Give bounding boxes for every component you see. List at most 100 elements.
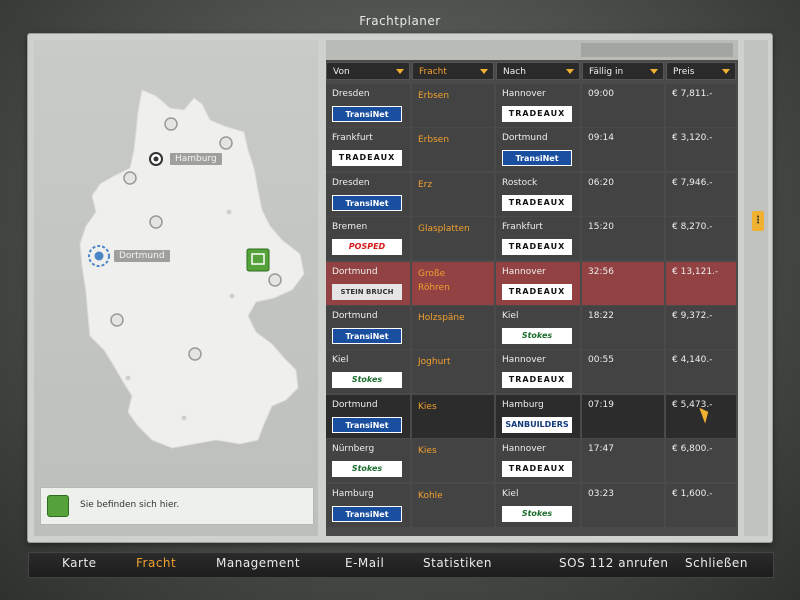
nav-fracht[interactable]: Fracht — [136, 556, 176, 570]
cell-to: Hannover TRADEAUX — [496, 439, 580, 483]
freight-row[interactable]: Dresden TransiNet Erbsen Hannover TRADEAUX 09… — [326, 84, 738, 127]
company-logo: TransiNet — [332, 194, 402, 211]
freight-row[interactable]: Dortmund TransiNet Holzspäne Kiel Stokes 18:2… — [326, 306, 738, 349]
cell-from: Kiel Stokes — [326, 350, 410, 394]
filter-box[interactable] — [581, 43, 733, 57]
from-city: Dresden — [332, 177, 370, 188]
sort-arrow-icon — [650, 69, 658, 74]
germany-map[interactable] — [34, 40, 318, 536]
cell-cargo: Große Röhren — [412, 261, 494, 305]
company-logo: TRADEAUX — [502, 283, 572, 300]
freight-row[interactable]: Bremen POSPED Glasplatten Frankfurt TRADEAUX… — [326, 217, 738, 261]
to-city: Hannover — [502, 355, 546, 366]
cell-price: € 3,120.- — [666, 128, 736, 172]
sort-arrow-icon — [480, 69, 488, 74]
to-city: Hannover — [502, 89, 546, 99]
from-city: Nürnberg — [332, 444, 375, 455]
header-preis[interactable]: Preis — [666, 62, 736, 80]
scrollbar-track[interactable] — [744, 40, 768, 536]
from-city: Dresden — [332, 89, 370, 99]
freight-table: Von Fracht Nach Fällig in Preis Dresden T… — [326, 40, 738, 536]
freight-row[interactable]: Dortmund STEIN BRUCH Große Röhren Hannover T… — [326, 261, 738, 305]
cell-price: € 7,811.- — [666, 84, 736, 127]
cell-from: Dresden TransiNet — [326, 172, 410, 216]
nav-statistiken[interactable]: Statistiken — [423, 556, 492, 570]
sort-arrow-icon — [566, 69, 574, 74]
cell-to: Frankfurt TRADEAUX — [496, 217, 580, 261]
freight-row[interactable]: Frankfurt TRADEAUX Erbsen Dortmund TransiNet… — [326, 128, 738, 172]
cell-due: 03:23 — [582, 483, 664, 527]
cell-from: Dortmund TransiNet — [326, 306, 410, 349]
map-panel[interactable]: Hamburg Dortmund — [34, 40, 318, 536]
truck-icon — [47, 495, 69, 517]
city-label-dortmund: Dortmund — [114, 250, 170, 262]
company-logo: SANBUILDERS — [502, 416, 572, 433]
from-city: Bremen — [332, 222, 368, 233]
cell-to: Hamburg SANBUILDERS — [496, 394, 580, 438]
company-logo: TRADEAUX — [502, 461, 572, 478]
location-info-text: Sie befinden sich hier. — [80, 500, 180, 510]
company-logo: Stokes — [502, 328, 572, 344]
cell-price: € 1,600.- — [666, 483, 736, 527]
company-logo: STEIN BRUCH — [332, 283, 402, 300]
freight-row[interactable]: Kiel Stokes Joghurt Hannover TRADEAUX 00:55 € … — [326, 350, 738, 394]
cell-price: € 6,800.- — [666, 439, 736, 483]
cell-cargo: Kies — [412, 439, 494, 483]
company-logo: TransiNet — [332, 328, 402, 344]
freight-row[interactable]: Dortmund TransiNet Kies Hamburg SANBUILDERS 0… — [326, 394, 738, 438]
germany-shape — [79, 89, 305, 449]
from-city: Dortmund — [332, 399, 378, 410]
cell-from: Frankfurt TRADEAUX — [326, 128, 410, 172]
cell-due: 15:20 — [582, 217, 664, 261]
header-fracht[interactable]: Fracht — [412, 62, 494, 80]
cell-due: 06:20 — [582, 172, 664, 216]
cell-cargo: Erbsen — [412, 128, 494, 172]
freight-row[interactable]: Hamburg TransiNet Kohle Kiel Stokes 03:23 € 1,… — [326, 483, 738, 527]
truck-marker-icon — [246, 248, 270, 272]
cell-from: Nürnberg Stokes — [326, 439, 410, 483]
cell-cargo: Kohle — [412, 483, 494, 527]
freight-row[interactable]: Nürnberg Stokes Kies Hannover TRADEAUX 17:47 €… — [326, 439, 738, 483]
to-city: Kiel — [502, 488, 519, 499]
nav-sos[interactable]: SOS 112 anrufen — [559, 556, 668, 570]
nav-email[interactable]: E-Mail — [345, 556, 384, 570]
company-logo: TransiNet — [332, 505, 402, 522]
sort-arrow-icon — [396, 69, 404, 74]
company-logo: TRADEAUX — [502, 239, 572, 256]
cell-cargo: Glasplatten — [412, 217, 494, 261]
nav-schliessen[interactable]: Schließen — [685, 556, 748, 570]
cell-from: Bremen POSPED — [326, 217, 410, 261]
cell-price: € 5,473.- — [666, 394, 736, 438]
nav-management[interactable]: Management — [216, 556, 300, 570]
cell-price: € 8,270.- — [666, 217, 736, 261]
from-city: Kiel — [332, 355, 349, 366]
cell-due: 18:22 — [582, 306, 664, 349]
dortmund-location-dot — [94, 251, 104, 261]
company-logo: TRADEAUX — [502, 372, 572, 389]
cell-price: € 4,140.- — [666, 350, 736, 394]
from-city: Frankfurt — [332, 133, 373, 144]
header-faellig[interactable]: Fällig in — [582, 62, 664, 80]
header-von[interactable]: Von — [326, 62, 410, 80]
to-city: Hannover — [502, 266, 546, 277]
from-city: Dortmund — [332, 311, 378, 321]
cell-price: € 9,372.- — [666, 306, 736, 349]
header-nach[interactable]: Nach — [496, 62, 580, 80]
to-city: Rostock — [502, 177, 538, 188]
company-logo: POSPED — [332, 239, 402, 256]
window-title: Frachtplaner — [359, 14, 441, 28]
cell-cargo: Erz — [412, 172, 494, 216]
sort-arrow-icon — [722, 69, 730, 74]
scrollbar-thumb[interactable]: ⋮ — [752, 211, 764, 231]
cell-due: 00:55 — [582, 350, 664, 394]
nav-karte[interactable]: Karte — [62, 556, 97, 570]
city-label-hamburg: Hamburg — [170, 153, 222, 165]
cell-due: 32:56 — [582, 261, 664, 305]
to-city: Hamburg — [502, 399, 544, 410]
freight-row[interactable]: Dresden TransiNet Erz Rostock TRADEAUX 06:20 €… — [326, 172, 738, 216]
cell-cargo: Erbsen — [412, 84, 494, 127]
cell-cargo: Kies — [412, 394, 494, 438]
company-logo: TransiNet — [332, 106, 402, 122]
company-logo: Stokes — [332, 372, 402, 389]
from-city: Hamburg — [332, 488, 374, 499]
